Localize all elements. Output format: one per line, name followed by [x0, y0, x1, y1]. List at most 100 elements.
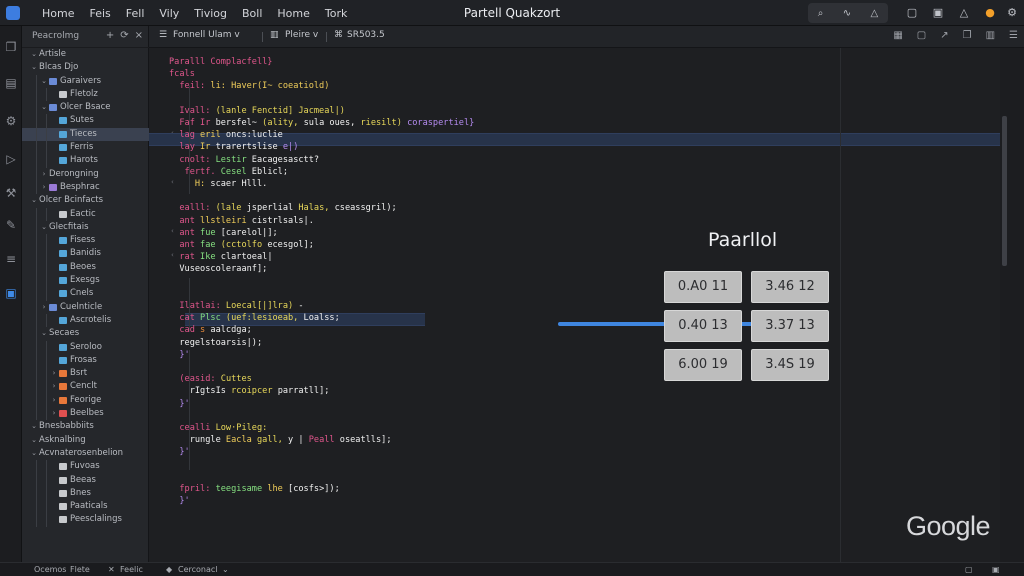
- chevron-down-icon[interactable]: ⌄: [40, 327, 48, 340]
- status-chevron-icon[interactable]: ⌄: [222, 565, 229, 574]
- tab-sr503[interactable]: SR503.5: [347, 30, 385, 40]
- notification-icon[interactable]: ▢: [904, 5, 920, 21]
- chevron-down-icon[interactable]: ⌄: [30, 420, 38, 433]
- menu-item[interactable]: Boll: [242, 7, 262, 20]
- chevron-right-icon[interactable]: ›: [50, 367, 58, 380]
- value-cell[interactable]: 3.4S 19: [751, 349, 829, 381]
- tree-item[interactable]: Frosas: [22, 353, 149, 368]
- tree-item[interactable]: ⌄ Olcer Bcinfacts: [22, 194, 149, 207]
- tab-pleire[interactable]: Pleire v: [285, 30, 318, 40]
- pulse-icon[interactable]: ∿: [843, 8, 851, 19]
- chevron-right-icon[interactable]: ›: [40, 168, 48, 181]
- panel-icon[interactable]: ▣: [4, 286, 18, 300]
- tree-item[interactable]: ⌄ Asknalbing: [22, 434, 149, 447]
- tree-item[interactable]: › Derongning: [22, 167, 149, 181]
- value-cell[interactable]: 0.A0 11: [664, 271, 742, 303]
- tree-item[interactable]: Fletolz: [22, 87, 149, 102]
- chevron-right-icon[interactable]: ›: [50, 380, 58, 393]
- tree-item[interactable]: › Cenclt: [22, 380, 149, 394]
- value-cell[interactable]: 0.40 13: [664, 310, 742, 342]
- tree-item[interactable]: Ferris: [22, 141, 149, 155]
- tree-item[interactable]: Banidis: [22, 247, 149, 261]
- tree-item[interactable]: Seroloo: [22, 340, 149, 354]
- copy-icon[interactable]: ❐: [963, 30, 972, 41]
- menu-item[interactable]: Vily: [159, 7, 179, 20]
- chevron-down-icon[interactable]: ⌄: [30, 48, 38, 61]
- tree-item[interactable]: ⌄ Artisle: [22, 48, 149, 61]
- tree-item[interactable]: ⌄ Glecfitais: [22, 220, 149, 235]
- tree-item[interactable]: Peesclalings: [22, 513, 149, 527]
- expand-icon[interactable]: ↗: [940, 30, 948, 41]
- tree-item[interactable]: ⌄ Bnesbabbiits: [22, 420, 149, 433]
- menu-item[interactable]: Feis: [89, 7, 110, 20]
- menu-item[interactable]: Home: [42, 7, 74, 20]
- status-bell-icon[interactable]: ▣: [992, 565, 1000, 574]
- refresh-icon[interactable]: ⟳: [120, 30, 128, 41]
- menu-item[interactable]: Home: [277, 7, 309, 20]
- split-icon[interactable]: ▦: [893, 30, 902, 41]
- status-item-left[interactable]: Ocemos: [34, 565, 66, 574]
- status-item-3[interactable]: Feelic: [120, 565, 143, 574]
- editor-scrollbar[interactable]: [1000, 48, 1024, 562]
- tree-item[interactable]: Beeas: [22, 473, 149, 487]
- tree-item[interactable]: Fuvoas: [22, 460, 149, 474]
- tools-icon[interactable]: ✎: [4, 218, 18, 232]
- search-view-icon[interactable]: ▤: [4, 76, 18, 90]
- bell-icon[interactable]: △: [871, 8, 879, 19]
- status-close-icon[interactable]: ✕: [108, 565, 115, 574]
- tree-item[interactable]: Cnels: [22, 287, 149, 301]
- image-icon[interactable]: ▣: [930, 5, 946, 21]
- tree-item[interactable]: Sutes: [22, 114, 149, 128]
- tree-item[interactable]: Fisess: [22, 234, 149, 248]
- value-cell[interactable]: 3.46 12: [751, 271, 829, 303]
- terminal-icon[interactable]: ≡: [4, 252, 18, 266]
- menu-item[interactable]: Tork: [325, 7, 347, 20]
- collapse-icon[interactable]: ×: [135, 30, 143, 41]
- files-icon[interactable]: ❐: [4, 40, 18, 54]
- tree-item[interactable]: Bnes: [22, 486, 149, 501]
- debug-icon[interactable]: ▷: [4, 152, 18, 166]
- tree-item[interactable]: Harots: [22, 154, 149, 168]
- value-cell[interactable]: 6.00 19: [664, 349, 742, 381]
- tree-item[interactable]: › Cuelnticle: [22, 300, 149, 314]
- tree-item[interactable]: ⌄ Olcer Bsace: [22, 101, 149, 115]
- app-logo-icon[interactable]: [6, 6, 20, 20]
- chevron-right-icon[interactable]: ›: [40, 181, 48, 194]
- code-editor[interactable]: ‹‹‹‹‹ Paralll Complacfell}fcals feil: li…: [149, 48, 1000, 562]
- tree-item[interactable]: Eactic: [22, 207, 149, 221]
- chevron-right-icon[interactable]: ›: [50, 394, 58, 407]
- tree-item[interactable]: Exesgs: [22, 274, 149, 288]
- account-icon[interactable]: ●: [982, 5, 998, 21]
- tree-item[interactable]: ⌄ Secaes: [22, 327, 149, 341]
- tree-item[interactable]: Ascrotelis: [22, 313, 149, 328]
- tree-item[interactable]: ⌄ Blcas Djo: [22, 61, 149, 74]
- chevron-down-icon[interactable]: ⌄: [40, 221, 48, 234]
- tree-item[interactable]: › Feorige: [22, 393, 149, 408]
- tree-item[interactable]: ⌄ Garaivers: [22, 74, 149, 88]
- extensions-icon[interactable]: ⚒: [4, 186, 18, 200]
- scroll-thumb[interactable]: [1002, 116, 1007, 266]
- status-item-4[interactable]: Cerconacl: [178, 565, 218, 574]
- chevron-right-icon[interactable]: ›: [50, 407, 58, 420]
- chevron-down-icon[interactable]: ⌄: [40, 75, 48, 88]
- preview-icon[interactable]: ▢: [917, 30, 926, 41]
- settings-icon[interactable]: ⚙: [1004, 5, 1020, 21]
- search-icon[interactable]: ⌕: [818, 8, 824, 19]
- more-icon[interactable]: ☰: [1009, 30, 1018, 41]
- chevron-down-icon[interactable]: ⌄: [30, 194, 38, 207]
- tree-item[interactable]: ⌄ Acvnaterosenbelion: [22, 447, 149, 460]
- tree-item[interactable]: › Bsrt: [22, 367, 149, 381]
- alert-icon[interactable]: △: [956, 5, 972, 21]
- new-file-icon[interactable]: +: [106, 30, 114, 41]
- tree-item[interactable]: › Beelbes: [22, 407, 149, 421]
- chevron-right-icon[interactable]: ›: [40, 301, 48, 314]
- tab-fonnell[interactable]: Fonnell Ulam v: [173, 30, 240, 40]
- tree-item[interactable]: › Besphrac: [22, 180, 149, 195]
- chevron-down-icon[interactable]: ⌄: [30, 61, 38, 74]
- value-cell[interactable]: 3.37 13: [751, 310, 829, 342]
- layout-icon[interactable]: ▥: [986, 30, 995, 41]
- chevron-down-icon[interactable]: ⌄: [40, 101, 48, 114]
- tree-item[interactable]: Tieces: [22, 127, 149, 142]
- chevron-down-icon[interactable]: ⌄: [30, 447, 38, 460]
- source-control-icon[interactable]: ⚙: [4, 114, 18, 128]
